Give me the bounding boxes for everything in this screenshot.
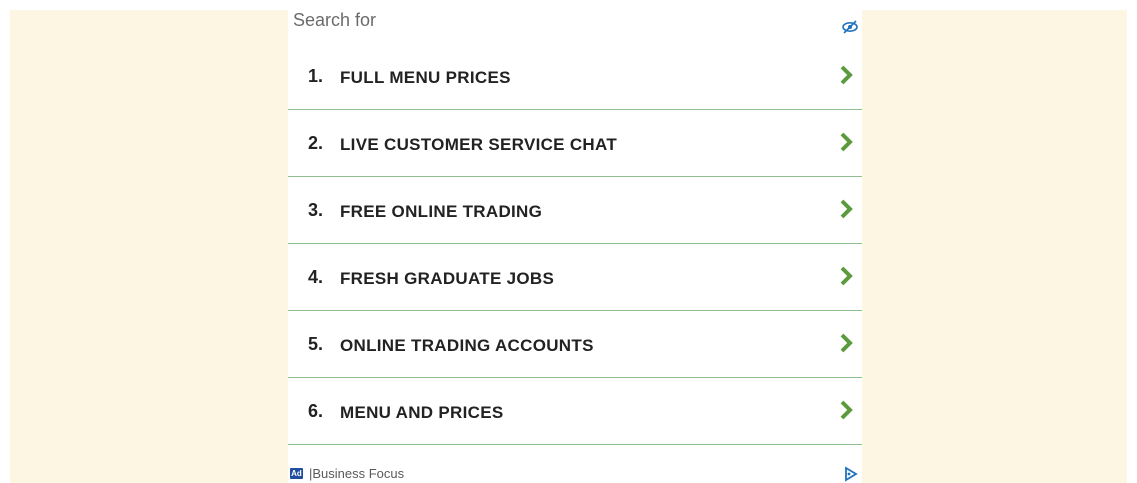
ad-footer: Ad |Business Focus [288, 458, 862, 483]
item-label: FULL MENU PRICES [340, 68, 511, 87]
chevron-right-icon [840, 333, 853, 353]
sponsor-name[interactable]: |Business Focus [309, 466, 404, 481]
chevron-right-icon [840, 400, 853, 420]
search-for-label: Search for [293, 10, 377, 30]
item-label: ONLINE TRADING ACCOUNTS [340, 336, 594, 355]
search-item-4[interactable]: 4. FRESH GRADUATE JOBS [288, 245, 862, 311]
ad-search-panel: Search for 1. FULL MENU PRICES 2. LIVE C… [288, 6, 862, 483]
item-label: FRESH GRADUATE JOBS [340, 269, 555, 288]
item-number: 4. [308, 267, 324, 287]
eye-hide-icon[interactable] [842, 20, 858, 34]
item-label: MENU AND PRICES [340, 403, 504, 422]
search-item-2[interactable]: 2. LIVE CUSTOMER SERVICE CHAT [288, 111, 862, 177]
item-label: FREE ONLINE TRADING [340, 202, 543, 221]
search-item-3[interactable]: 3. FREE ONLINE TRADING [288, 178, 862, 244]
chevron-right-icon [840, 132, 853, 152]
adchoices-icon[interactable] [844, 466, 858, 482]
search-item-6[interactable]: 6. MENU AND PRICES [288, 379, 862, 445]
ad-badge: Ad [290, 468, 303, 479]
chevron-right-icon [840, 65, 853, 85]
item-number: 3. [308, 200, 324, 220]
item-label: LIVE CUSTOMER SERVICE CHAT [340, 135, 618, 154]
chevron-right-icon [840, 199, 853, 219]
search-item-5[interactable]: 5. ONLINE TRADING ACCOUNTS [288, 312, 862, 378]
item-number: 1. [308, 66, 324, 86]
item-number: 5. [308, 334, 324, 354]
item-number: 6. [308, 401, 324, 421]
chevron-right-icon [840, 266, 853, 286]
search-item-1[interactable]: 1. FULL MENU PRICES [288, 44, 862, 110]
item-number: 2. [308, 133, 324, 153]
